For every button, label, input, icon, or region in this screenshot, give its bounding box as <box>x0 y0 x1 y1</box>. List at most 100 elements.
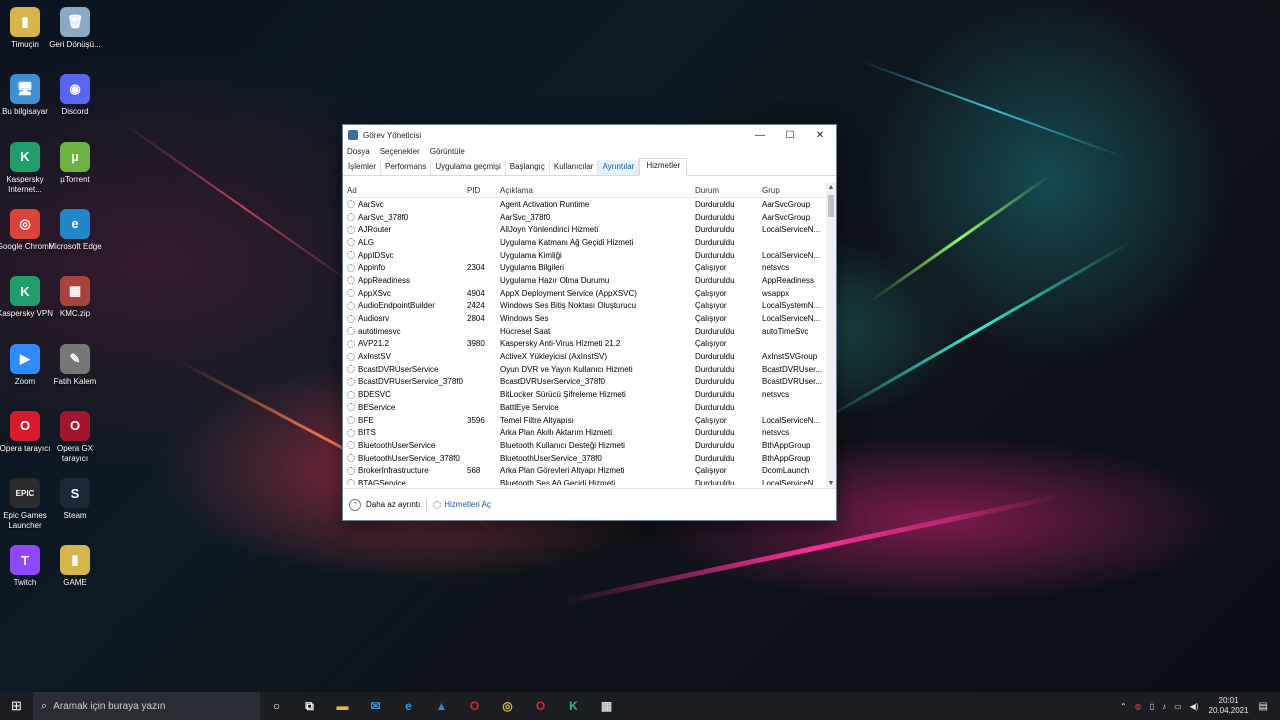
tab-app-history[interactable]: Uygulama geçmişi <box>431 160 506 175</box>
volume-icon[interactable]: ◀) <box>1190 702 1199 711</box>
windows-start-icon[interactable]: ⊞ <box>0 692 33 720</box>
open-services-link[interactable]: Hizmetleri Aç <box>444 500 491 509</box>
window-title: Görev Yöneticisi <box>363 130 422 140</box>
service-gear-icon <box>347 339 355 348</box>
service-gear-icon <box>347 479 355 485</box>
desktop-icon[interactable]: O Opera GX tarayıcı <box>45 410 105 464</box>
table-row[interactable]: AVP21.2 3980 Kaspersky Anti-Virus Hizmeti … <box>343 338 826 351</box>
network-icon[interactable]: ▭ <box>1174 702 1182 711</box>
desktop-icon[interactable]: ✎ Fatih Kalem <box>45 343 105 387</box>
tab-services[interactable]: Hizmetler <box>639 158 688 176</box>
table-row[interactable]: AppXSvc 4904 AppX Deployment Service (AppX… <box>343 287 826 300</box>
menu-options[interactable]: Seçenekler <box>380 147 420 156</box>
service-name: BEService <box>358 402 396 412</box>
chrome-icon[interactable]: ◎ <box>491 692 524 720</box>
kaspersky-icon[interactable]: K <box>557 692 590 720</box>
desktop-icon[interactable]: µ µTorrent <box>45 141 105 185</box>
table-row[interactable]: AarSvc Agent Activation Runtime Durduruldu… <box>343 198 826 211</box>
service-status-cell: Durduruldu <box>695 402 735 412</box>
table-row[interactable]: AppReadiness Uygulama Hazır Olma Durumu Du… <box>343 274 826 287</box>
service-name: Audiosrv <box>358 314 390 324</box>
tab-performance[interactable]: Performans <box>381 160 432 175</box>
column-header-name[interactable]: Ad <box>343 186 463 195</box>
clock[interactable]: 20:01 20.04.2021 <box>1209 696 1249 716</box>
edge-icon[interactable]: e <box>392 692 425 720</box>
desktop-icon[interactable]: S Steam <box>45 478 105 521</box>
opera-gx-icon[interactable]: O <box>458 692 491 720</box>
scroll-thumb[interactable] <box>828 195 834 217</box>
service-status-cell: Durduruldu <box>695 390 735 400</box>
service-status-cell: Çalışıyor <box>695 263 727 273</box>
maximize-button[interactable]: ☐ <box>775 125 805 145</box>
column-header-status[interactable]: Durum <box>691 186 758 195</box>
notification-icon[interactable]: ▤ <box>1259 701 1268 712</box>
service-name-cell: BDESVC <box>343 390 463 399</box>
service-status-cell: Durduruldu <box>695 326 735 336</box>
table-row[interactable]: Appinfo 2304 Uygulama Bilgileri Çalışıyor ne… <box>343 261 826 274</box>
service-desc-cell: AppX Deployment Service (AppXSVC) <box>500 288 637 298</box>
menu-view[interactable]: Görüntüle <box>430 147 465 156</box>
column-header-pid[interactable]: PID <box>463 186 496 195</box>
table-row[interactable]: BrokerInfrastructure 568 Arka Plan Görevle… <box>343 464 826 477</box>
column-header-description[interactable]: Açıklama <box>496 186 691 195</box>
battery-icon[interactable]: ▯ <box>1150 702 1154 711</box>
vertical-scrollbar[interactable]: ▲ ▼ <box>826 183 836 489</box>
task-manager-icon[interactable]: ▦ <box>590 692 623 720</box>
task-manager-window: Görev Yöneticisi — ☐ ✕ Dosya Seçenekler … <box>342 124 837 521</box>
table-row[interactable]: AppIDSvc Uygulama Kimliği Durduruldu LocalS… <box>343 249 826 262</box>
desktop-icon[interactable]: ◉ Discord <box>45 74 105 117</box>
table-row[interactable]: AarSvc_378f0 AarSvc_378f0 Durduruldu AarSvc… <box>343 211 826 224</box>
table-row[interactable]: ALG Uygulama Katmanı Ağ Geçidi Hizmeti Dur… <box>343 236 826 249</box>
table-row[interactable]: AxInstSV ActiveX Yükleyicisi (AxInstSV) Du… <box>343 350 826 363</box>
tab-processes[interactable]: İşlemler <box>344 160 382 175</box>
scroll-up-arrow[interactable]: ▲ <box>826 183 836 193</box>
file-explorer-icon[interactable]: ▬ <box>326 692 359 720</box>
desktop-icon[interactable]: ▦ KMC.zip <box>45 276 105 319</box>
app-icon: ▶ <box>10 343 40 374</box>
photos-icon[interactable]: ▲ <box>425 692 458 720</box>
mail-icon[interactable]: ✉ <box>359 692 392 720</box>
task-view-icon[interactable]: ⧉ <box>293 692 326 720</box>
close-button[interactable]: ✕ <box>805 125 835 145</box>
app-icon: 🗑 <box>60 7 90 37</box>
table-row[interactable]: Audiosrv 2804 Windows Ses Çalışıyor LocalSer… <box>343 312 826 325</box>
table-body: AarSvc Agent Activation Runtime Durduruldu… <box>343 198 826 485</box>
table-row[interactable]: BFE 3596 Temel Filtre Altyapısı Çalışıyor Lo… <box>343 414 826 427</box>
table-row[interactable]: BluetoothUserService Bluetooth Kullanıcı … <box>343 439 826 452</box>
service-desc-cell: Arka Plan Akıllı Aktarım Hizmeti <box>500 428 613 438</box>
table-row[interactable]: BcastDVRUserService_378f0 BcastDVRUserSer… <box>343 376 826 389</box>
desktop-icon[interactable]: ▮ GAME <box>45 545 105 588</box>
service-desc-cell: Agent Activation Runtime <box>500 199 590 209</box>
less-details-link[interactable]: Daha az ayrıntı <box>366 500 420 509</box>
service-desc-cell: AllJoyn Yönlendirici Hizmeti <box>500 225 599 235</box>
tab-details[interactable]: Ayrıntılar <box>598 160 640 175</box>
service-name-cell: AudioEndpointBuilder <box>343 301 463 310</box>
chevron-up-icon[interactable]: ⌃ <box>349 498 361 511</box>
opera-icon[interactable]: O <box>524 692 557 720</box>
desktop-icon[interactable]: e Microsoft Edge <box>45 208 105 252</box>
cortana-icon[interactable]: ○ <box>260 692 293 720</box>
tab-users[interactable]: Kullanıcılar <box>550 160 599 175</box>
antivirus-tray-icon[interactable]: ◍ <box>1135 702 1142 711</box>
desktop-icon[interactable]: 🗑 Geri Dönüşü... <box>45 7 105 50</box>
table-row[interactable]: autotimesvc Hücresel Saat Durduruldu autoTi… <box>343 325 826 338</box>
service-group-cell: LocalServiceN... <box>762 478 821 485</box>
table-row[interactable]: AudioEndpointBuilder 2424 Windows Ses Biti… <box>343 300 826 313</box>
tab-startup[interactable]: Başlangıç <box>506 160 550 175</box>
table-row[interactable]: BTAGService Bluetooth Ses Ağ Geçidi Hizme… <box>343 477 826 485</box>
table-row[interactable]: BEService BattlEye Service Durduruldu <box>343 401 826 414</box>
table-row[interactable]: BcastDVRUserService Oyun DVR ve Yayın Kul… <box>343 363 826 376</box>
table-row[interactable]: BITS Arka Plan Akıllı Aktarım Hizmeti Durd… <box>343 426 826 439</box>
minimize-button[interactable]: — <box>745 125 775 145</box>
show-hidden-icons[interactable]: ⌃ <box>1120 702 1127 711</box>
service-desc-cell: Oyun DVR ve Yayın Kullanıcı Hizmeti <box>500 364 633 374</box>
column-header-group[interactable]: Grup <box>758 186 826 195</box>
service-gear-icon <box>347 213 355 222</box>
menu-file[interactable]: Dosya <box>347 147 370 156</box>
microphone-icon[interactable]: ♪ <box>1162 702 1166 711</box>
title-bar[interactable]: Görev Yöneticisi — ☐ ✕ <box>343 125 836 145</box>
table-row[interactable]: BDESVC BitLocker Sürücü Şifreleme Hizmeti… <box>343 388 826 401</box>
table-row[interactable]: BluetoothUserService_378f0 BluetoothUserS… <box>343 452 826 465</box>
table-row[interactable]: AJRouter AllJoyn Yönlendirici Hizmeti Durd… <box>343 223 826 236</box>
search-box[interactable]: ⌕ Aramak için buraya yazın <box>33 692 260 720</box>
